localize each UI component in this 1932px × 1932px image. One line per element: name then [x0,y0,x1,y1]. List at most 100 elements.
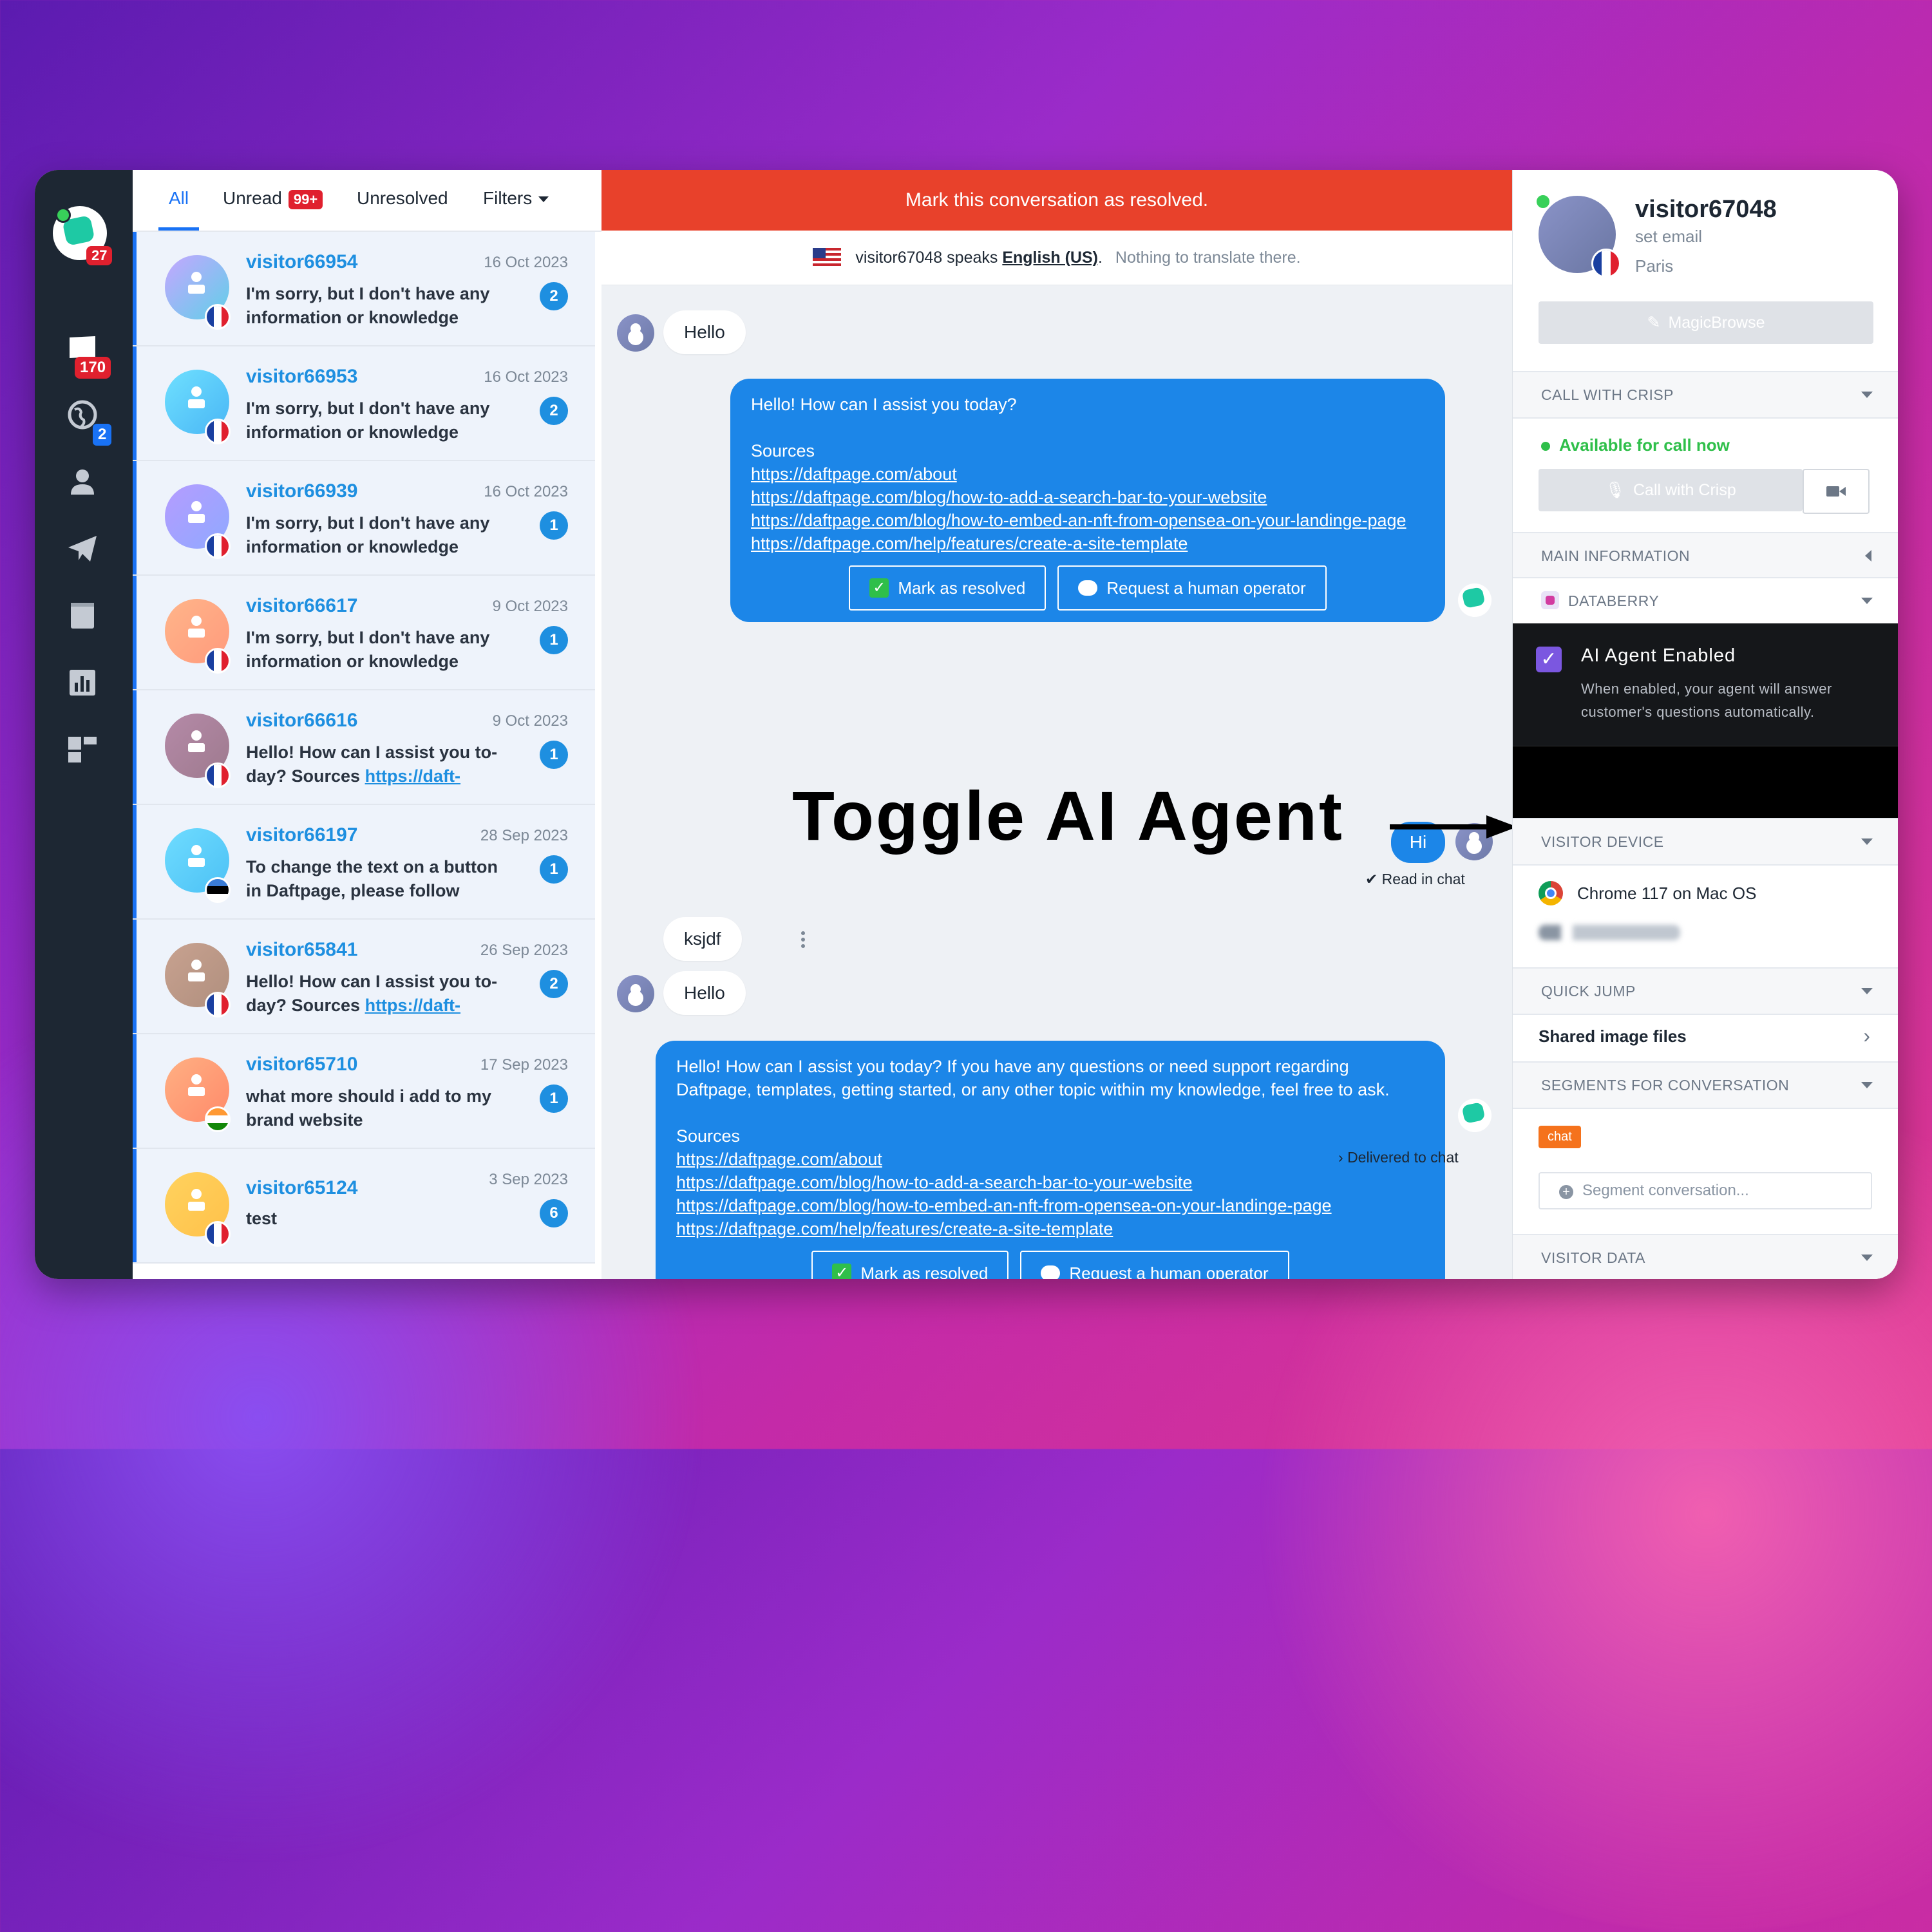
tab-unread[interactable]: Unread 99+ [223,188,323,209]
call-with-crisp-button[interactable]: 🎙 Call with Crisp [1539,469,1803,511]
conversation-item[interactable]: visitor66617 9 Oct 2023 I'm sorry, but I d… [133,576,595,690]
conversation-preview: To change the text on a button in Daftpa… [246,855,516,903]
unread-badge: 99+ [288,190,323,209]
source-link[interactable]: https://daftpage.com/blog/how-to-embed-a… [751,509,1425,532]
campaigns-icon[interactable] [64,531,100,567]
resolve-banner[interactable]: Mark this conversation as resolved. [601,170,1512,231]
chevron-down-icon [1861,392,1873,398]
section-databerry[interactable]: DATABERRY [1513,577,1898,625]
section-visitor-data[interactable]: VISITOR DATA [1513,1234,1898,1279]
operator-avatar [1458,1099,1492,1132]
chevron-down-icon [1861,1082,1873,1088]
magicbrowse-button[interactable]: ✎ MagicBrowse [1539,301,1873,344]
conversation-visitor-name: visitor65710 [246,1054,358,1075]
unread-count-badge: 2 [540,397,568,425]
checkmark-icon: ✓ [832,1264,852,1279]
read-status-label: Read in chat [1381,871,1465,887]
person-icon [188,386,205,408]
source-link[interactable]: https://daftpage.com/help/features/creat… [676,1217,1425,1240]
visitor-name: visitor67048 [1635,196,1777,223]
more-options-icon[interactable] [801,931,805,935]
country-flag-icon [205,1106,231,1132]
person-icon [188,272,205,294]
source-link[interactable]: https://daftpage.com/blog/how-to-add-a-s… [751,486,1425,509]
section-main-information[interactable]: MAIN INFORMATION [1513,532,1898,580]
section-visitor-device[interactable]: VISITOR DEVICE [1513,818,1898,866]
source-link[interactable]: https://daftpage.com/about [751,462,1425,486]
request-human-button[interactable]: Request a human operator [1057,565,1327,611]
video-call-button[interactable] [1803,469,1870,514]
conversation-preview-text: I'm sorry, but I don't have any informat… [246,628,490,671]
shared-image-files-link[interactable]: Shared image files › [1513,1012,1898,1061]
conversation-item[interactable]: visitor65124 3 Sep 2023 test 6 [133,1149,595,1264]
conversation-list-panel: All Unread 99+ Unresolved Filters visitor… [133,170,632,1279]
section-segments[interactable]: SEGMENTS FOR CONVERSATION [1513,1061,1898,1109]
conversation-visitor-name: visitor66954 [246,251,358,272]
visitor-message: Hello [663,310,746,354]
country-flag-icon [205,304,231,330]
mark-resolved-button[interactable]: ✓ Mark as resolved [849,565,1046,611]
segment-input[interactable]: + Segment conversation... [1539,1172,1872,1209]
source-link[interactable]: https://daftpage.com/blog/how-to-add-a-s… [676,1171,1425,1194]
segment-chip[interactable]: chat [1539,1126,1581,1148]
conversation-item[interactable]: visitor66954 16 Oct 2023 I'm sorry, but I … [133,232,595,346]
conversation-item[interactable]: visitor66197 28 Sep 2023 To change the tex… [133,805,595,920]
conversation-preview-link[interactable]: https://daft- [365,996,460,1015]
analytics-icon[interactable] [64,665,100,701]
ai-agent-checkbox[interactable]: ✓ [1536,647,1562,672]
mark-resolved-button[interactable]: ✓ Mark as resolved [811,1251,1009,1279]
unread-count-badge: 2 [540,282,568,310]
plus-icon: + [1559,1185,1573,1199]
source-link[interactable]: https://daftpage.com/about [676,1148,1425,1171]
translate-language[interactable]: English (US) [1002,249,1098,267]
conversation-item[interactable]: visitor66939 16 Oct 2023 I'm sorry, but I … [133,461,595,576]
request-human-button[interactable]: Request a human operator [1020,1251,1289,1279]
section-title: QUICK JUMP [1541,983,1636,999]
microphone-icon: 🎙 [1605,480,1625,499]
conversation-item[interactable]: visitor66616 9 Oct 2023 Hello! How can I a… [133,690,595,805]
arrow-right-icon [1390,815,1517,838]
section-title: MAIN INFORMATION [1541,547,1690,564]
filters-dropdown[interactable]: Filters [483,188,549,209]
section-call-with-crisp[interactable]: CALL WITH CRISP [1513,371,1898,419]
conversation-preview: test [246,1207,516,1231]
request-human-label: Request a human operator [1069,1264,1269,1279]
source-link[interactable]: https://daftpage.com/help/features/creat… [751,532,1425,555]
tab-all[interactable]: All [158,188,200,231]
delivered-status-label: Delivered to chat [1347,1149,1459,1166]
conversation-visitor-name: visitor66616 [246,710,358,731]
plugins-icon[interactable] [64,732,100,768]
visitor-message: Hello [663,971,746,1015]
tab-unresolved[interactable]: Unresolved [357,188,448,209]
conversation-item[interactable]: visitor65841 26 Sep 2023 Hello! How can I … [133,920,595,1034]
set-email-link[interactable]: set email [1635,227,1702,247]
section-title: VISITOR DEVICE [1541,833,1664,850]
source-link[interactable]: https://daftpage.com/blog/how-to-embed-a… [676,1194,1425,1217]
helpdesk-icon[interactable] [64,598,100,634]
toggle-ai-agent-caption: Toggle AI Agent [792,777,1344,855]
checkmark-icon: ✓ [869,578,889,598]
conversation-item[interactable]: visitor66953 16 Oct 2023 I'm sorry, but I … [133,346,595,461]
conversation-preview: I'm sorry, but I don't have any informat… [246,511,516,559]
section-quick-jump[interactable]: QUICK JUMP [1513,967,1898,1015]
conversation-preview-link[interactable]: https://daft- [365,766,460,786]
unread-count-badge: 1 [540,741,568,769]
shared-image-files-label: Shared image files [1539,1027,1687,1046]
conversation-preview: Hello! How can I assist you to-day? Sour… [246,741,516,788]
read-status: ✔ Read in chat [1365,871,1465,887]
filters-label: Filters [483,188,533,208]
speech-bubble-icon [1041,1265,1061,1279]
section-title: VISITOR DATA [1541,1249,1645,1266]
person-icon [188,1189,205,1211]
visitor-city: Paris [1635,256,1674,276]
conversation-item[interactable]: visitor65710 17 Sep 2023 what more should … [133,1034,595,1149]
bot-message: Hello! How can I assist you today? Sourc… [730,379,1445,622]
contacts-icon[interactable] [64,464,100,500]
magicbrowse-label: MagicBrowse [1668,313,1765,332]
chevron-down-icon [538,196,549,203]
conversation-visitor-name: visitor66939 [246,480,358,502]
conversation-preview: I'm sorry, but I don't have any informat… [246,626,516,674]
conversation-visitor-name: visitor66197 [246,824,358,846]
tab-unread-label: Unread [223,188,282,208]
bot-message-text: Hello! How can I assist you today? If yo… [676,1057,1390,1099]
